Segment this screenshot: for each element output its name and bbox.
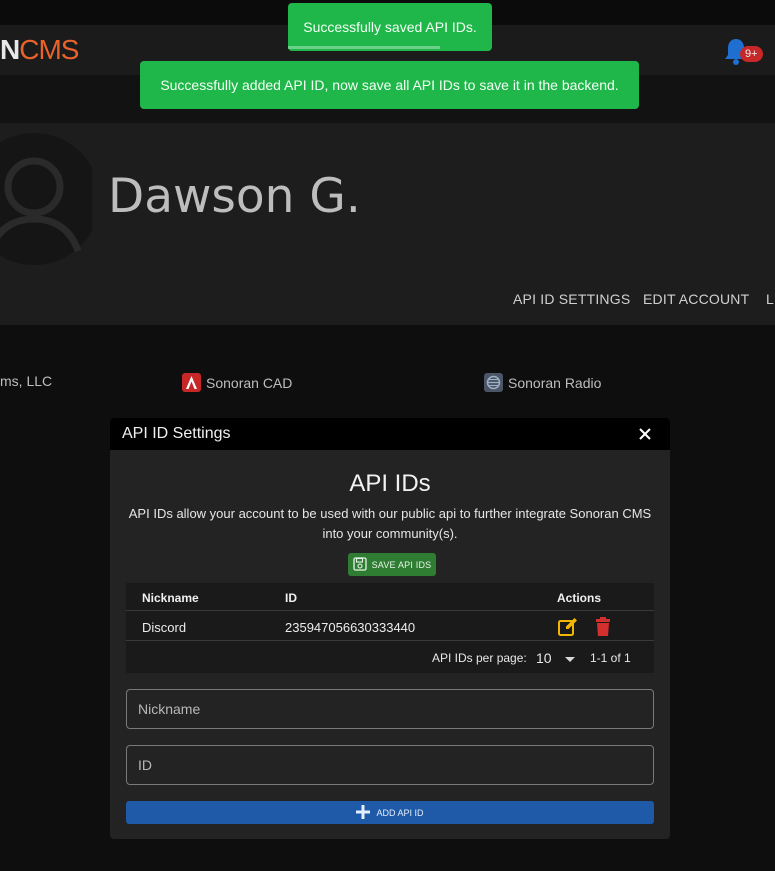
add-button-label: ADD API ID [376, 807, 424, 818]
modal-description: API IDs allow your account to be used wi… [128, 506, 652, 541]
id-input[interactable] [127, 746, 653, 784]
tab-api-id-settings[interactable]: API ID SETTINGS [513, 291, 630, 307]
chevron-down-icon[interactable] [564, 653, 576, 667]
save-button-label: SAVE API IDS [371, 559, 432, 570]
close-icon[interactable] [637, 426, 653, 442]
plus-icon [356, 804, 371, 821]
cell-nickname: Discord [142, 620, 187, 635]
tab-truncated[interactable]: L [766, 291, 774, 307]
column-nickname[interactable]: Nickname [142, 591, 199, 605]
toast-saved[interactable]: Successfully saved API IDs. [288, 3, 492, 51]
table-row: Discord 235947056630333440 [126, 612, 654, 641]
sonoran-radio-icon [484, 373, 503, 392]
product-sonoran-radio[interactable]: Sonoran Radio [484, 373, 601, 392]
logo-suffix: CMS [19, 34, 79, 65]
sonoran-cad-icon [182, 373, 201, 392]
modal-heading: API IDs [349, 470, 431, 497]
per-page-select[interactable]: 10 [536, 650, 552, 666]
profile-name: Dawson G. [108, 169, 361, 224]
column-actions: Actions [557, 591, 602, 605]
add-api-id-button[interactable]: ADD API ID [126, 801, 654, 824]
pagination-range: 1-1 of 1 [590, 651, 631, 665]
delete-icon[interactable] [592, 616, 614, 638]
product-systems[interactable]: ms, LLC [0, 373, 52, 389]
cell-id: 235947056630333440 [285, 620, 416, 635]
api-id-settings-modal: API ID Settings API IDs API IDs allow yo… [110, 418, 670, 839]
logo[interactable]: NCMS [0, 34, 79, 66]
toast-message: Successfully added API ID, now save all … [160, 77, 619, 93]
table-pagination: API IDs per page: 10 1-1 of 1 [126, 642, 654, 673]
id-field[interactable] [126, 745, 654, 785]
nickname-field[interactable] [126, 689, 654, 729]
edit-icon[interactable] [557, 616, 579, 638]
user-avatar-icon [0, 133, 92, 265]
modal-title: API ID Settings [122, 425, 231, 442]
api-ids-table: Nickname ID Actions Discord 235947056630… [126, 583, 654, 673]
product-label: Sonoran CAD [206, 374, 293, 391]
profile-header: Dawson G. API ID SETTINGS EDIT ACCOUNT L [0, 123, 775, 325]
toast-message: Successfully saved API IDs. [303, 19, 477, 35]
save-api-ids-button[interactable]: SAVE API IDS [348, 553, 436, 576]
toast-progress [288, 46, 440, 49]
tab-edit-account[interactable]: EDIT ACCOUNT [643, 291, 749, 307]
column-id[interactable]: ID [285, 591, 297, 605]
nickname-input[interactable] [127, 690, 653, 728]
toast-added[interactable]: Successfully added API ID, now save all … [140, 61, 639, 109]
avatar [0, 131, 92, 267]
save-icon [352, 556, 367, 573]
table-header: Nickname ID Actions [126, 583, 654, 611]
per-page-label: API IDs per page: [432, 651, 527, 665]
notification-badge: 9+ [740, 46, 763, 62]
product-label: ms, LLC [0, 373, 53, 389]
product-sonoran-cad[interactable]: Sonoran CAD [182, 373, 292, 392]
product-label: Sonoran Radio [508, 374, 602, 391]
logo-prefix: N [0, 34, 20, 65]
modal-header: API ID Settings [110, 418, 670, 450]
